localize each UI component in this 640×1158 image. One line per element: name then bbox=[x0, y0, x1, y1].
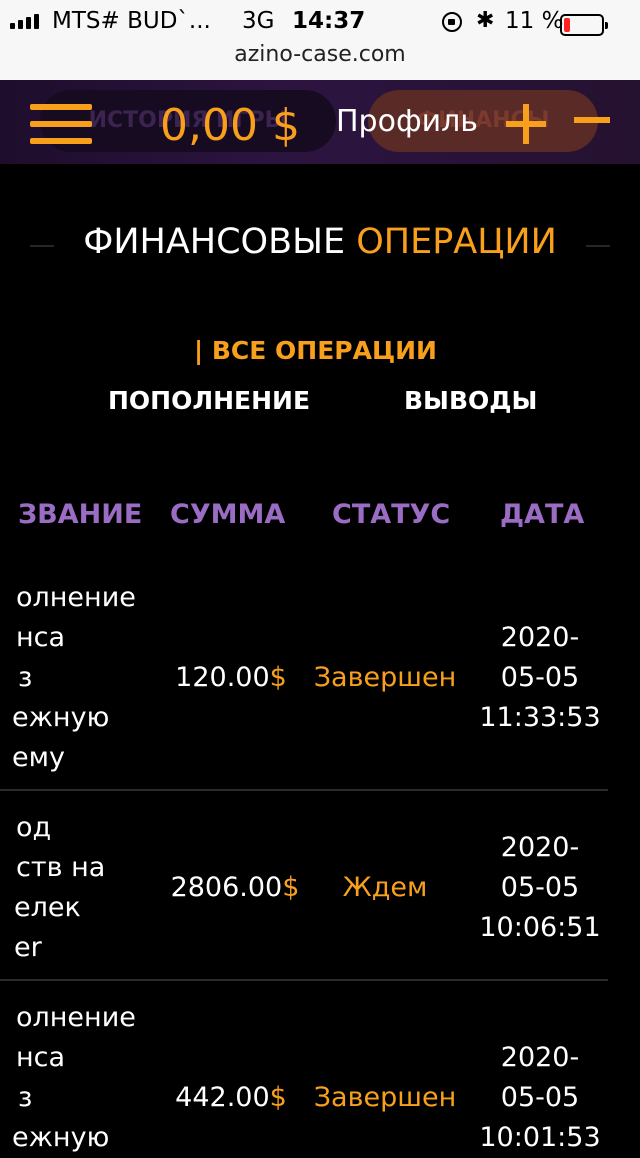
filter-deposit[interactable]: ПОПОЛНЕНИЕ bbox=[108, 386, 310, 415]
deposit-plus-icon[interactable] bbox=[506, 104, 546, 144]
signal-icon bbox=[10, 14, 39, 29]
page-title-part1: ФИНАНСОВЫЕ bbox=[83, 222, 346, 262]
row-divider bbox=[0, 979, 608, 981]
currency-symbol: $ bbox=[269, 1082, 287, 1113]
currency-symbol: $ bbox=[269, 662, 287, 693]
operation-date: 2020- 05-05 10:06:51 bbox=[470, 828, 610, 948]
operation-amount: 442.00$ bbox=[156, 1078, 306, 1118]
filter-withdrawals[interactable]: ВЫВОДЫ bbox=[404, 386, 537, 415]
filter-all-operations[interactable]: | ВСЕ ОПЕРАЦИИ bbox=[194, 336, 437, 365]
column-header-date: ДАТА bbox=[500, 499, 585, 530]
carrier-name: MTS# BUD`... bbox=[52, 8, 211, 34]
bluetooth-icon: ✱ bbox=[476, 8, 495, 33]
date-line: 2020- bbox=[500, 1042, 580, 1073]
operation-date: 2020- 05-05 11:33:53 bbox=[470, 618, 610, 738]
column-header-name: ЗВАНИЕ bbox=[18, 499, 143, 530]
operation-amount: 2806.00$ bbox=[150, 868, 320, 908]
profile-link[interactable]: Профиль bbox=[336, 104, 478, 139]
date-line: 05-05 bbox=[500, 1082, 580, 1113]
battery-icon bbox=[560, 14, 608, 36]
operation-description: олнение нса з ежную bbox=[0, 998, 150, 1158]
description-line: ств на bbox=[16, 852, 106, 883]
page-title: ФИНАНСОВЫЕ ОПЕРАЦИИ bbox=[0, 222, 640, 262]
status-bar: MTS# BUD`... 3G 14:37 ✱ 11 % azino-case.… bbox=[0, 0, 640, 80]
withdraw-minus-icon[interactable] bbox=[574, 117, 610, 123]
amount-value: 120.00 bbox=[175, 662, 270, 693]
column-header-amount: СУММА bbox=[170, 499, 286, 530]
operation-amount: 120.00$ bbox=[156, 658, 306, 698]
menu-icon[interactable] bbox=[30, 104, 92, 144]
date-line: 10:01:53 bbox=[479, 1122, 601, 1153]
amount-value: 2806.00 bbox=[170, 872, 283, 903]
operation-description: од ств на елек er bbox=[0, 808, 150, 968]
description-line: нса bbox=[16, 1042, 66, 1073]
description-line: ежную bbox=[12, 702, 110, 733]
status-badge: Ждем bbox=[342, 872, 428, 903]
description-line: од bbox=[16, 812, 52, 843]
description-line: елек bbox=[14, 892, 81, 923]
operation-description: олнение нса з ежную ему bbox=[0, 578, 150, 778]
description-line: ежную bbox=[12, 1122, 110, 1153]
status-badge: Завершен bbox=[313, 1082, 457, 1113]
column-header-status: СТАТУС bbox=[332, 499, 451, 530]
page-title-part2: ОПЕРАЦИИ bbox=[356, 222, 557, 262]
amount-value: 442.00 bbox=[175, 1082, 270, 1113]
date-line: 2020- bbox=[500, 832, 580, 863]
battery-percent: 11 % bbox=[505, 8, 564, 34]
date-line: 2020- bbox=[500, 622, 580, 653]
description-line: з bbox=[18, 662, 33, 693]
description-line: олнение bbox=[16, 1002, 136, 1033]
status-badge: Завершен bbox=[313, 662, 457, 693]
description-line: нса bbox=[16, 622, 66, 653]
currency-symbol: $ bbox=[282, 872, 300, 903]
date-line: 05-05 bbox=[500, 662, 580, 693]
date-line: 10:06:51 bbox=[479, 912, 601, 943]
operation-date: 2020- 05-05 10:01:53 bbox=[470, 1038, 610, 1158]
date-line: 11:33:53 bbox=[479, 702, 601, 733]
date-line: 05-05 bbox=[500, 872, 580, 903]
balance-display: 0,00 $ bbox=[160, 100, 300, 151]
address-bar-url[interactable]: azino-case.com bbox=[0, 42, 640, 67]
row-divider bbox=[0, 789, 608, 791]
description-line: з bbox=[18, 1082, 33, 1113]
network-type: 3G bbox=[242, 8, 275, 34]
description-line: олнение bbox=[16, 582, 136, 613]
clock: 14:37 bbox=[292, 8, 366, 34]
rotation-lock-icon bbox=[442, 12, 462, 32]
description-line: ему bbox=[12, 742, 65, 773]
description-line: er bbox=[14, 932, 42, 963]
